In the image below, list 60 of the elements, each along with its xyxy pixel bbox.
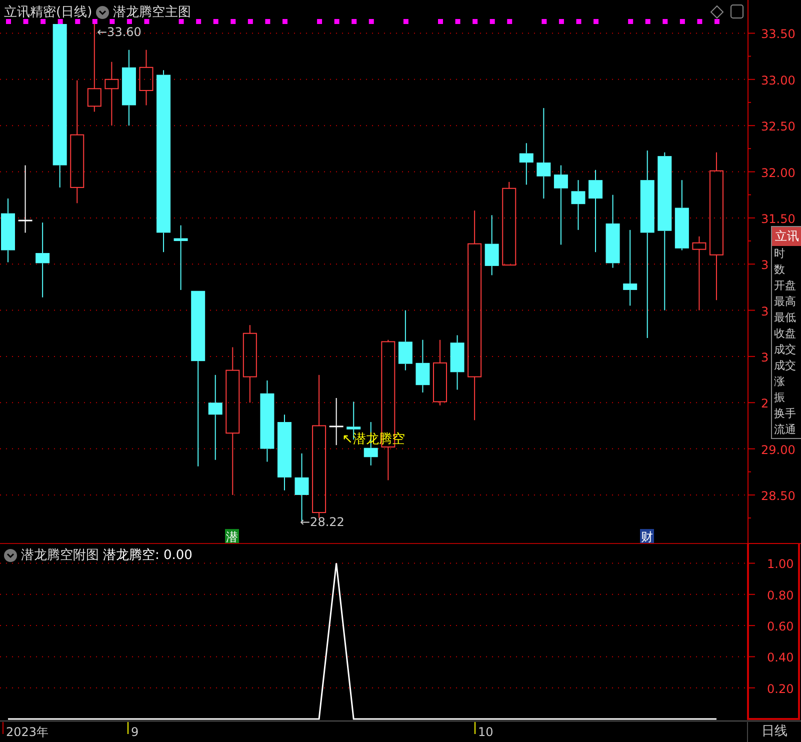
indicator-axis-label: 1.00	[767, 557, 794, 572]
candlestick	[571, 180, 586, 230]
price-axis-label: 3	[761, 258, 769, 272]
panel-toggle-icon[interactable]	[730, 4, 744, 18]
candlestick	[450, 334, 464, 390]
price-axis-label: 33.00	[761, 73, 796, 88]
indicator-axis-label: 0.20	[767, 682, 794, 696]
low-price-marker: ←28.22	[300, 515, 344, 529]
tooltip-field-label: 收盘	[773, 326, 797, 342]
tooltip-field-label: 成交	[773, 358, 797, 374]
indicator-title: 潜龙腾空主图	[113, 4, 192, 21]
tooltip-field-label: 最高	[773, 294, 797, 310]
price-axis-label: 32.50	[761, 120, 796, 134]
tooltip-field-label: 数	[773, 262, 786, 278]
tooltip-field-label: 涨	[773, 374, 786, 390]
date-axis-label: 2023年	[6, 725, 49, 739]
candlestick	[329, 398, 344, 446]
candlestick	[484, 214, 499, 276]
tooltip-field-label: 最低	[773, 310, 797, 326]
candlestick	[398, 310, 412, 371]
tooltip-field-label: 时	[773, 246, 786, 262]
indicator-reading: 潜龙腾空: 0.00	[103, 547, 192, 564]
tooltip-field-label: 开盘	[773, 278, 797, 294]
candlestick	[1, 198, 15, 263]
candlestick	[674, 180, 689, 251]
period-label[interactable]: 日线	[747, 722, 801, 742]
price-axis-label: 33.50	[761, 27, 796, 42]
candlestick	[433, 339, 447, 406]
tooltip-field-label: 成交	[773, 342, 797, 358]
price-axis-label: 31.50	[761, 212, 796, 226]
high-price-marker: ←33.60	[97, 25, 142, 39]
diamond-icon[interactable]	[710, 5, 724, 19]
indicator-axis-label: 0.80	[767, 588, 794, 602]
stock-title: 立讯精密(日线)	[4, 4, 92, 21]
tooltip-field-label: 换手	[773, 406, 797, 422]
price-axis-label: 32.00	[761, 166, 796, 180]
price-axis-label: 3	[761, 350, 769, 364]
price-axis-label: 3	[761, 304, 769, 318]
dropdown-icon[interactable]	[96, 6, 110, 18]
candlestick	[104, 61, 119, 126]
candlestick	[519, 142, 534, 186]
date-axis-label: 10	[478, 725, 494, 739]
candlestick	[364, 422, 378, 466]
candlestick	[18, 164, 32, 234]
candlestick	[139, 49, 154, 106]
indicator-axis-label: 0.40	[767, 650, 794, 665]
event-badge[interactable]: 潜	[225, 529, 239, 543]
date-axis-label: 9	[131, 725, 139, 739]
tooltip-field-label: 振	[773, 390, 786, 406]
candlestick	[174, 224, 188, 290]
candlestick	[416, 339, 430, 393]
price-axis-label: 29.00	[761, 442, 796, 457]
indicator-axis-label: 0.60	[767, 620, 794, 634]
sub-chart-title: 潜龙腾空附图	[21, 547, 99, 564]
tooltip-field-label: 流通	[773, 422, 797, 438]
price-axis-label: 2	[761, 396, 769, 411]
event-badge[interactable]: 财	[640, 529, 654, 543]
dropdown-icon[interactable]	[4, 548, 17, 562]
tooltip-title: 立讯	[772, 227, 801, 246]
price-axis-label: 28.50	[761, 488, 796, 503]
